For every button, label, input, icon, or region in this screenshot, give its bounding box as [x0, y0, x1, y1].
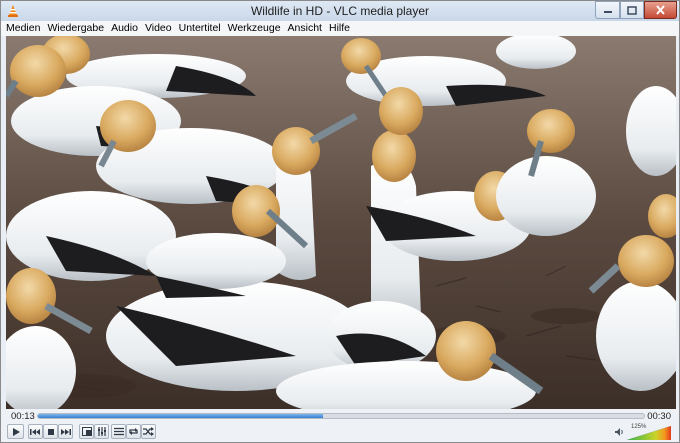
close-icon [656, 5, 665, 15]
minimize-icon [603, 11, 612, 13]
playlist-button[interactable] [111, 424, 126, 439]
close-button[interactable] [644, 1, 677, 19]
maximize-icon [627, 5, 637, 15]
control-bar: 125% [1, 423, 679, 442]
menu-wiedergabe[interactable]: Wiedergabe [44, 22, 107, 35]
window-title: Wildlife in HD - VLC media player [250, 4, 430, 18]
extended-settings-icon [97, 427, 106, 436]
current-time: 00:13 [11, 411, 35, 422]
stop-button[interactable] [43, 424, 58, 439]
volume-slider[interactable] [627, 426, 671, 440]
seek-bar[interactable] [37, 413, 645, 419]
title-bar[interactable]: Wildlife in HD - VLC media player [1, 1, 679, 21]
extended-settings-button[interactable] [94, 424, 109, 439]
previous-button[interactable] [28, 424, 43, 439]
menu-bar: Medien Wiedergabe Audio Video Untertitel… [1, 21, 679, 36]
vlc-window: Wildlife in HD - VLC media player Medien… [0, 0, 680, 443]
menu-audio[interactable]: Audio [108, 22, 141, 35]
seek-progress [38, 414, 323, 418]
loop-button[interactable] [126, 424, 141, 439]
total-time: 00:30 [647, 411, 671, 422]
shuffle-icon [143, 427, 154, 436]
menu-hilfe[interactable]: Hilfe [326, 22, 353, 35]
menu-untertitel[interactable]: Untertitel [176, 22, 224, 35]
stop-icon [47, 428, 54, 435]
previous-icon [30, 428, 40, 435]
video-display[interactable] [6, 36, 676, 409]
minimize-button[interactable] [595, 1, 620, 19]
maximize-button[interactable] [620, 1, 644, 19]
playlist-icon [113, 427, 124, 436]
speaker-icon[interactable] [614, 427, 624, 437]
shuffle-button[interactable] [141, 424, 156, 439]
menu-medien[interactable]: Medien [3, 22, 43, 35]
fullscreen-button[interactable] [79, 424, 94, 439]
fullscreen-icon [81, 427, 92, 436]
menu-werkzeuge[interactable]: Werkzeuge [225, 22, 284, 35]
play-icon [12, 427, 20, 436]
menu-video[interactable]: Video [142, 22, 175, 35]
menu-ansicht[interactable]: Ansicht [285, 22, 325, 35]
seek-row: 00:13 00:30 [1, 409, 679, 423]
loop-icon [129, 428, 138, 435]
video-frame [6, 36, 676, 409]
next-button[interactable] [58, 424, 73, 439]
play-button[interactable] [7, 424, 24, 439]
next-icon [61, 428, 71, 435]
